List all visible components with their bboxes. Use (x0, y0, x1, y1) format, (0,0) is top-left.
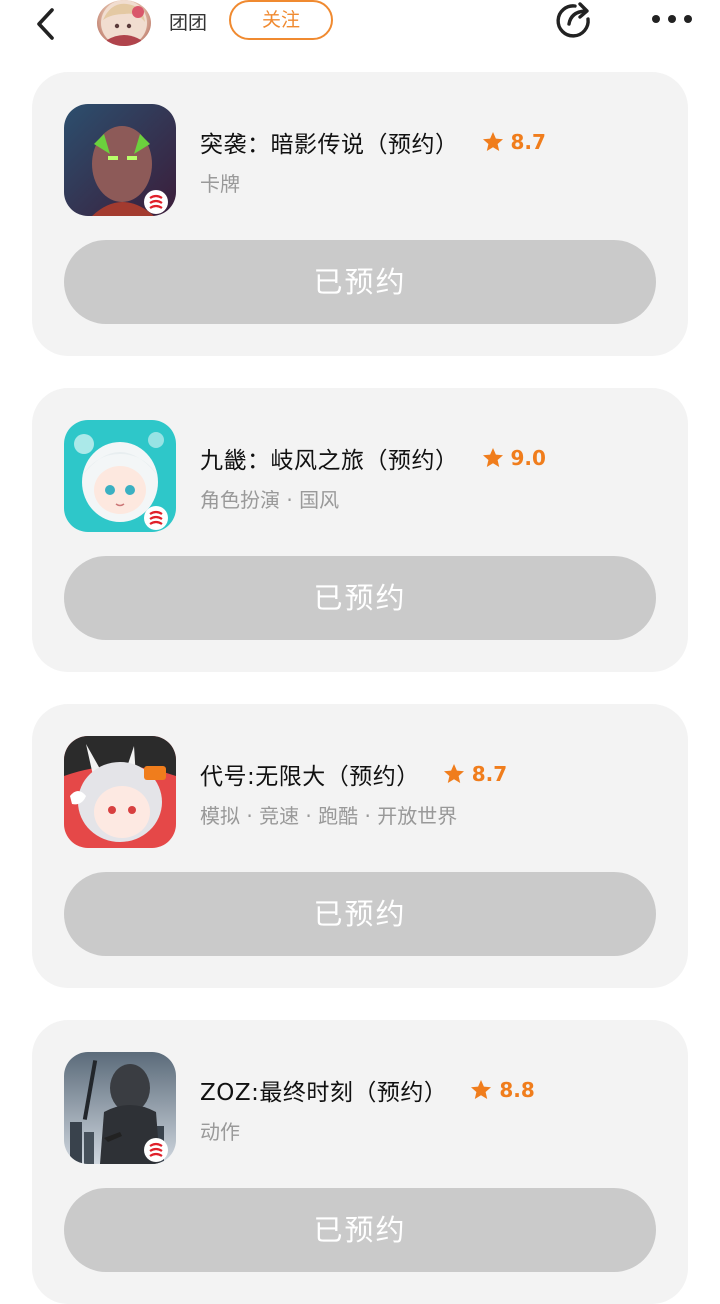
game-tags: 模拟 · 竞速 · 跑酷 · 开放世界 (200, 804, 458, 828)
star-icon (482, 448, 503, 467)
back-icon[interactable] (30, 4, 64, 42)
game-card[interactable]: 突袭：暗影传说（预约） 8.7 卡牌 已预约 (32, 72, 688, 356)
star-icon (482, 132, 503, 151)
game-title[interactable]: 代号:无限大（预约） (200, 757, 420, 791)
follow-button[interactable]: 关注 (229, 0, 333, 40)
game-title[interactable]: ZOZ:最终时刻（预约） (200, 1073, 447, 1107)
game-title[interactable]: 突袭：暗影传说（预约） (200, 125, 459, 159)
game-card[interactable]: 代号:无限大（预约） 8.7 模拟 · 竞速 · 跑酷 · 开放世界 已预约 (32, 704, 688, 988)
rating-value: 8.7 (471, 762, 508, 786)
author-name[interactable]: 团团 (169, 8, 207, 35)
share-icon[interactable] (553, 0, 597, 40)
rating-value: 9.0 (510, 446, 546, 470)
game-card[interactable]: ZOZ:最终时刻（预约） 8.8 动作 已预约 (32, 1020, 688, 1304)
avatar[interactable] (97, 0, 151, 46)
game-card[interactable]: 九畿：岐风之旅（预约） 9.0 角色扮演 · 国风 已预约 (32, 388, 688, 672)
game-title[interactable]: 九畿：岐风之旅（预约） (200, 441, 459, 475)
rating-value: 8.7 (510, 130, 546, 154)
star-icon (471, 1080, 492, 1099)
game-icon-assault[interactable] (64, 104, 176, 216)
title-row: 九畿：岐风之旅（预约） 9.0 (200, 440, 546, 476)
game-tags: 卡牌 (200, 172, 240, 196)
game-icon-zoz[interactable] (64, 1052, 176, 1164)
rating-value: 8.8 (499, 1078, 535, 1102)
game-tags: 角色扮演 · 国风 (200, 488, 340, 512)
game-icon-infinity[interactable] (64, 736, 176, 848)
reserved-button[interactable]: 已预约 (64, 556, 656, 640)
reserved-button[interactable]: 已预约 (64, 240, 656, 324)
reserved-button[interactable]: 已预约 (64, 872, 656, 956)
game-icon-jiuji[interactable] (64, 420, 176, 532)
title-row: ZOZ:最终时刻（预约） 8.8 (200, 1072, 535, 1108)
title-row: 突袭：暗影传说（预约） 8.7 (200, 124, 546, 160)
more-icon[interactable] (650, 10, 694, 28)
top-bar: 团团 关注 (0, 0, 720, 50)
title-row: 代号:无限大（预约） 8.7 (200, 756, 507, 792)
star-icon (443, 764, 464, 783)
reserved-button[interactable]: 已预约 (64, 1188, 656, 1272)
game-tags: 动作 (200, 1120, 240, 1144)
